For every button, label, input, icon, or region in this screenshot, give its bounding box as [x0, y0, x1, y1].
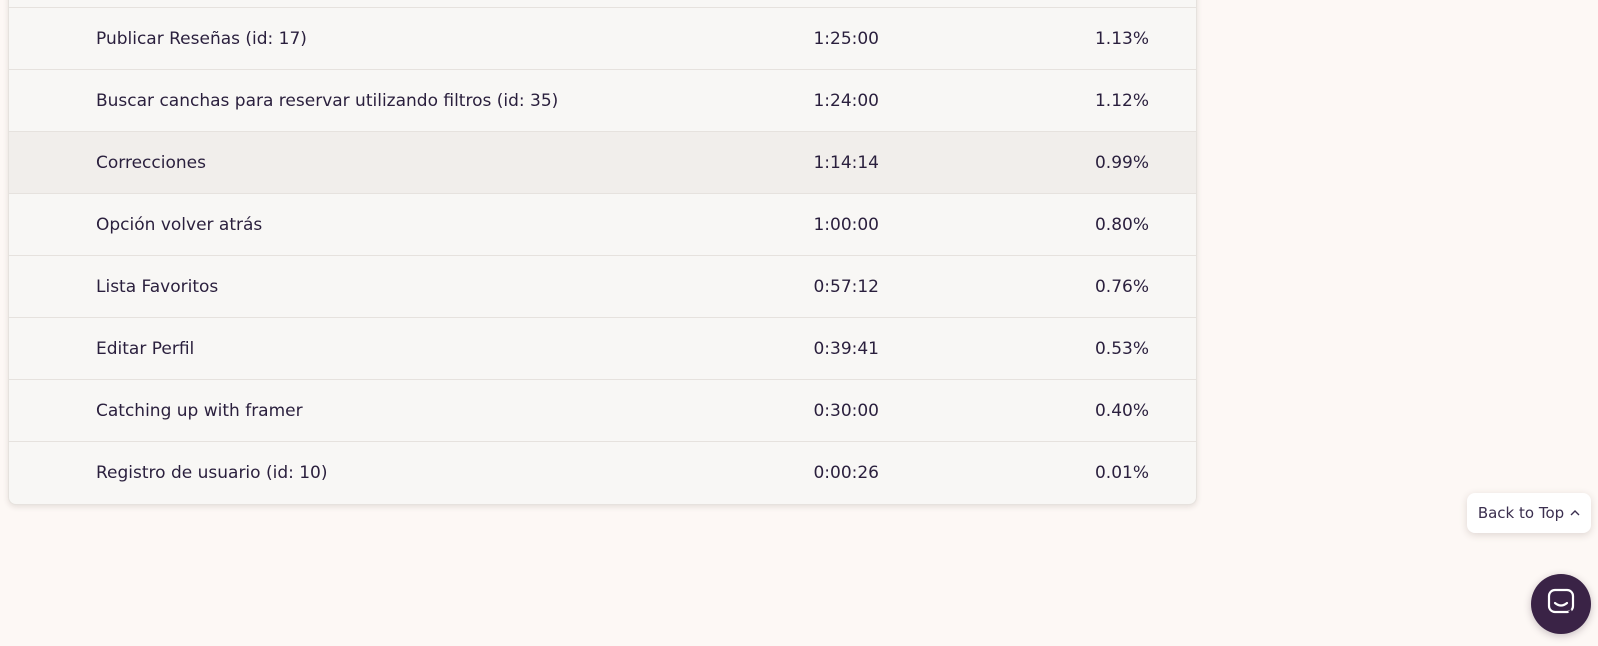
table-row[interactable]: Buscar canchas para reservar utilizando …	[9, 70, 1196, 132]
task-name: Publicar Reseñas (id: 17)	[96, 28, 307, 49]
task-percent: 0.40%	[1094, 400, 1149, 421]
task-time: 0:39:41	[813, 338, 879, 359]
table-row[interactable]: Editar Perfil 0:39:41 0.53%	[9, 318, 1196, 380]
task-percent: 0.99%	[1094, 152, 1149, 173]
task-name: Catching up with framer	[96, 400, 303, 421]
task-time: 1:24:00	[813, 90, 879, 111]
task-name: Buscar canchas para reservar utilizando …	[96, 90, 559, 111]
task-time: 1:00:00	[813, 214, 879, 235]
table-row[interactable]: Lista Favoritos 0:57:12 0.76%	[9, 256, 1196, 318]
chevron-up-icon	[1570, 507, 1580, 518]
task-percent: 0.01%	[1094, 463, 1149, 483]
task-name: Correcciones	[96, 152, 206, 173]
task-name: Opción volver atrás	[96, 214, 263, 235]
table-row[interactable]: Registro de usuario (id: 10) 0:00:26 0.01%	[9, 442, 1196, 504]
chat-icon	[1546, 587, 1576, 621]
chat-launcher-button[interactable]	[1531, 574, 1591, 634]
task-time: 0:30:00	[813, 400, 879, 421]
back-to-top-button[interactable]: Back to Top	[1467, 493, 1591, 533]
table-row[interactable]: Opción volver atrás 1:00:00 0.80%	[9, 194, 1196, 256]
task-name: Registro de usuario (id: 10)	[96, 463, 328, 483]
task-time: 1:14:14	[813, 152, 879, 173]
table-row[interactable]: Catching up with framer 0:30:00 0.40%	[9, 380, 1196, 442]
time-report-table: Publicar Reseñas (id: 17) 1:25:00 1.13% Bus…	[8, 0, 1197, 505]
task-percent: 0.53%	[1094, 338, 1149, 359]
back-to-top-label: Back to Top	[1477, 504, 1565, 522]
table-row[interactable]: Correcciones 1:14:14 0.99%	[9, 132, 1196, 194]
task-percent: 0.76%	[1094, 276, 1149, 297]
task-time: 1:25:00	[813, 28, 879, 49]
table-row-partial	[9, 0, 1196, 8]
table-row[interactable]: Publicar Reseñas (id: 17) 1:25:00 1.13%	[9, 8, 1196, 70]
task-time: 0:00:26	[813, 463, 879, 483]
task-name: Editar Perfil	[96, 338, 195, 359]
task-percent: 1.13%	[1094, 28, 1149, 49]
table-body: Publicar Reseñas (id: 17) 1:25:00 1.13% Bus…	[9, 8, 1196, 504]
task-name: Lista Favoritos	[96, 276, 219, 297]
task-percent: 0.80%	[1094, 214, 1149, 235]
task-percent: 1.12%	[1094, 90, 1149, 111]
task-time: 0:57:12	[813, 276, 879, 297]
